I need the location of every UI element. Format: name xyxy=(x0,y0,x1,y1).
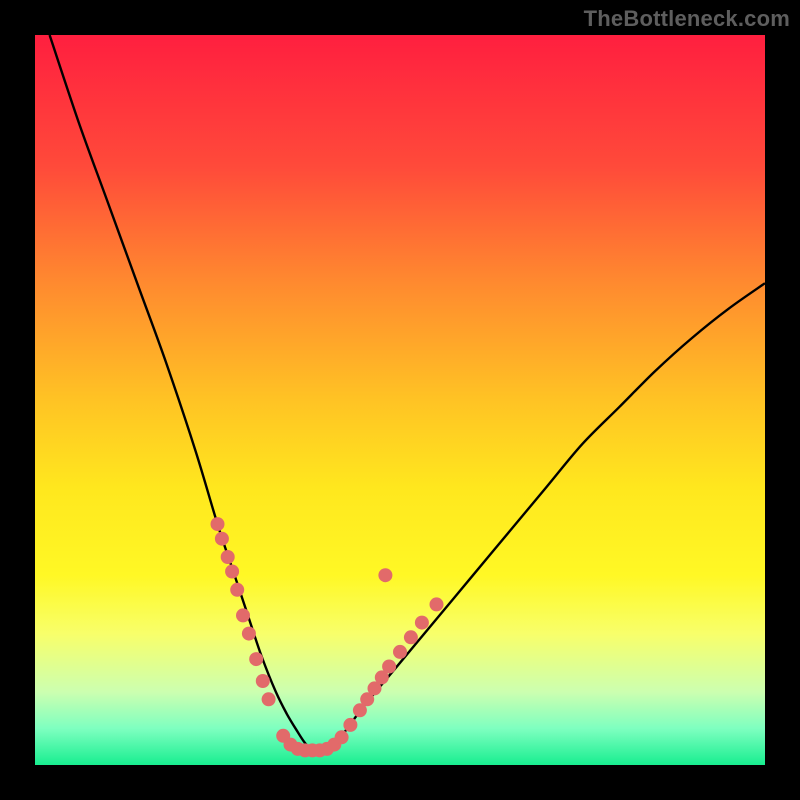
highlight-dot xyxy=(236,608,250,622)
highlight-dot xyxy=(335,730,349,744)
plot-area xyxy=(35,35,765,765)
highlight-dot xyxy=(221,550,235,564)
highlight-dot xyxy=(211,517,225,531)
highlight-dot xyxy=(378,568,392,582)
highlight-dot xyxy=(404,630,418,644)
highlight-dot xyxy=(242,627,256,641)
highlight-dot xyxy=(393,645,407,659)
highlight-dot xyxy=(230,583,244,597)
bottleneck-curve xyxy=(50,35,765,751)
highlight-dot xyxy=(256,674,270,688)
highlight-dot xyxy=(343,718,357,732)
chart-svg xyxy=(35,35,765,765)
watermark-text: TheBottleneck.com xyxy=(584,6,790,32)
highlight-dot xyxy=(415,616,429,630)
highlight-dot xyxy=(249,652,263,666)
highlight-dot xyxy=(430,597,444,611)
highlight-dot xyxy=(215,532,229,546)
highlight-dot xyxy=(225,565,239,579)
highlight-dot xyxy=(382,660,396,674)
highlight-dots-group xyxy=(211,517,444,757)
highlight-dot xyxy=(262,692,276,706)
chart-frame: TheBottleneck.com xyxy=(0,0,800,800)
